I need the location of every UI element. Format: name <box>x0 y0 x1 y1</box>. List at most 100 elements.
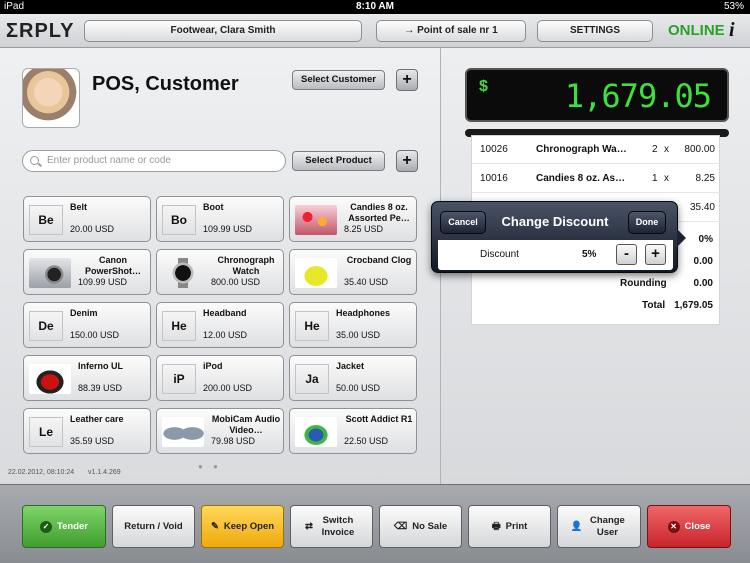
location-button[interactable]: Footwear, Clara Smith <box>84 20 362 42</box>
point-of-sale-button[interactable]: → Point of sale nr 1 <box>376 20 526 42</box>
increase-discount-button[interactable]: + <box>645 244 666 265</box>
product-tile-scott-addict[interactable]: Scott Addict R1 22.50 USD <box>289 408 417 454</box>
product-tile-mobicam[interactable]: MobiCam Audio Video… 79.98 USD <box>156 408 284 454</box>
discount-row: Discount 5% - + <box>438 240 673 270</box>
product-price: 35.40 USD <box>344 277 389 287</box>
product-name: Chronograph Watch <box>217 255 275 276</box>
mobicam-image <box>162 417 204 447</box>
product-name: Leather care <box>70 414 124 424</box>
tender-button[interactable]: ✓ Tender <box>22 505 106 548</box>
print-button[interactable]: 🖶 Print <box>468 505 551 548</box>
keep-open-button[interactable]: ✎ Keep Open <box>201 505 284 548</box>
product-thumb: De <box>29 311 63 341</box>
product-thumb: He <box>162 311 196 341</box>
product-tile-belt[interactable]: Be Belt 20.00 USD <box>23 196 151 242</box>
product-name: Inferno UL <box>78 361 123 371</box>
product-price: 8.25 USD <box>344 224 384 234</box>
helmet-image <box>29 364 71 394</box>
product-name: Jacket <box>336 361 365 371</box>
no-sale-button[interactable]: ⌫ No Sale <box>379 505 462 548</box>
online-status: ONLINE <box>668 22 725 39</box>
popover-arrow <box>677 229 686 247</box>
user-icon: 👤 <box>570 520 583 532</box>
bike-image <box>295 417 337 447</box>
total-value: 1,679.05 <box>674 300 713 311</box>
line-name: Candies 8 oz. As… <box>536 173 626 184</box>
product-tile-ipod[interactable]: iP iPod 200.00 USD <box>156 355 284 401</box>
total-display: $ 1,679.05 <box>465 68 729 122</box>
timestamp: 22.02.2012, 08:10:24 <box>8 469 75 476</box>
receipt-line[interactable]: 10016 Candies 8 oz. As… 1 x 8.25 <box>472 165 721 193</box>
done-button[interactable]: Done <box>628 211 666 234</box>
receipt-line[interactable]: 10026 Chronograph Wa… 2 x 800.00 <box>472 136 721 164</box>
select-product-button[interactable]: Select Product <box>292 151 385 171</box>
product-tile-candies[interactable]: Candies 8 oz. Assorted Pe… 8.25 USD <box>289 196 417 242</box>
rounding-label: Rounding <box>620 278 667 289</box>
erply-logo: ΣRPLY <box>6 20 75 42</box>
select-customer-button[interactable]: Select Customer <box>292 70 385 90</box>
product-tile-crocband[interactable]: Crocband Clog 35.40 USD <box>289 249 417 295</box>
product-name: Scott Addict R1 <box>345 414 413 424</box>
settings-button[interactable]: SETTINGS <box>537 20 653 42</box>
product-tile-leather-care[interactable]: Le Leather care 35.59 USD <box>23 408 151 454</box>
product-price: 200.00 USD <box>203 383 253 393</box>
product-name: Headband <box>203 308 247 318</box>
camera-image <box>29 258 71 288</box>
search-icon <box>30 156 39 165</box>
battery-indicator: 53% <box>723 1 744 12</box>
decrease-discount-button[interactable]: - <box>616 244 637 265</box>
customer-name: POS, Customer <box>92 73 239 95</box>
line-qty: 2 <box>652 144 658 155</box>
close-button[interactable]: ✕ Close <box>647 505 731 548</box>
add-customer-button[interactable]: + <box>396 69 418 91</box>
product-price: 88.39 USD <box>78 383 123 393</box>
product-price: 22.50 USD <box>344 436 389 446</box>
product-price: 79.98 USD <box>211 436 256 446</box>
product-thumb: Ja <box>295 364 329 394</box>
cancel-button[interactable]: Cancel <box>440 211 486 234</box>
status-bar: iPad 8:10 AM 53% <box>0 0 750 14</box>
product-price: 50.00 USD <box>336 383 381 393</box>
currency-symbol: $ <box>479 78 488 95</box>
product-tile-headband[interactable]: He Headband 12.00 USD <box>156 302 284 348</box>
product-price: 20.00 USD <box>70 224 115 234</box>
product-price: 109.99 USD <box>78 277 128 287</box>
line-code: 10026 <box>480 144 508 155</box>
add-product-button[interactable]: + <box>396 150 418 172</box>
product-tile-denim[interactable]: De Denim 150.00 USD <box>23 302 151 348</box>
product-name: Belt <box>70 202 88 212</box>
discount-value: 5% <box>582 249 597 260</box>
product-thumb: Be <box>29 205 63 235</box>
line-x: x <box>664 173 669 184</box>
discount-value: 0% <box>698 234 713 245</box>
product-tile-inferno[interactable]: Inferno UL 88.39 USD <box>23 355 151 401</box>
candies-image <box>295 205 337 235</box>
product-name: MobiCam Audio Video… <box>211 414 281 435</box>
discount-label: Discount <box>480 249 519 260</box>
switch-invoice-button[interactable]: ⇄ Switch Invoice <box>290 505 373 548</box>
product-thumb: Bo <box>162 205 196 235</box>
return-void-button[interactable]: Return / Void <box>112 505 195 548</box>
product-name: Denim <box>70 308 98 318</box>
product-tile-headphones[interactable]: He Headphones 35.00 USD <box>289 302 417 348</box>
product-price: 12.00 USD <box>203 330 248 340</box>
product-price: 150.00 USD <box>70 330 120 340</box>
product-name: iPod <box>203 361 223 371</box>
product-tile-chronograph[interactable]: Chronograph Watch 800.00 USD <box>156 249 284 295</box>
product-name: Canon PowerShot… <box>84 255 141 276</box>
product-price: 35.00 USD <box>336 330 381 340</box>
page-indicator[interactable]: ● ● <box>198 462 222 471</box>
customer-avatar <box>22 68 80 128</box>
change-user-button[interactable]: 👤 Change User <box>557 505 641 548</box>
version-label: v1.1.4.269 <box>88 469 121 476</box>
product-search-input[interactable]: Enter product name or code <box>22 150 286 172</box>
product-thumb: He <box>295 311 329 341</box>
product-name: Boot <box>203 202 224 212</box>
product-tile-canon[interactable]: Canon PowerShot… 109.99 USD <box>23 249 151 295</box>
line-name: Chronograph Wa… <box>536 144 627 155</box>
product-tile-jacket[interactable]: Ja Jacket 50.00 USD <box>289 355 417 401</box>
product-tile-boot[interactable]: Bo Boot 109.99 USD <box>156 196 284 242</box>
product-name: Headphones <box>336 308 391 318</box>
info-icon[interactable]: i <box>729 19 735 42</box>
clog-image <box>295 258 337 288</box>
